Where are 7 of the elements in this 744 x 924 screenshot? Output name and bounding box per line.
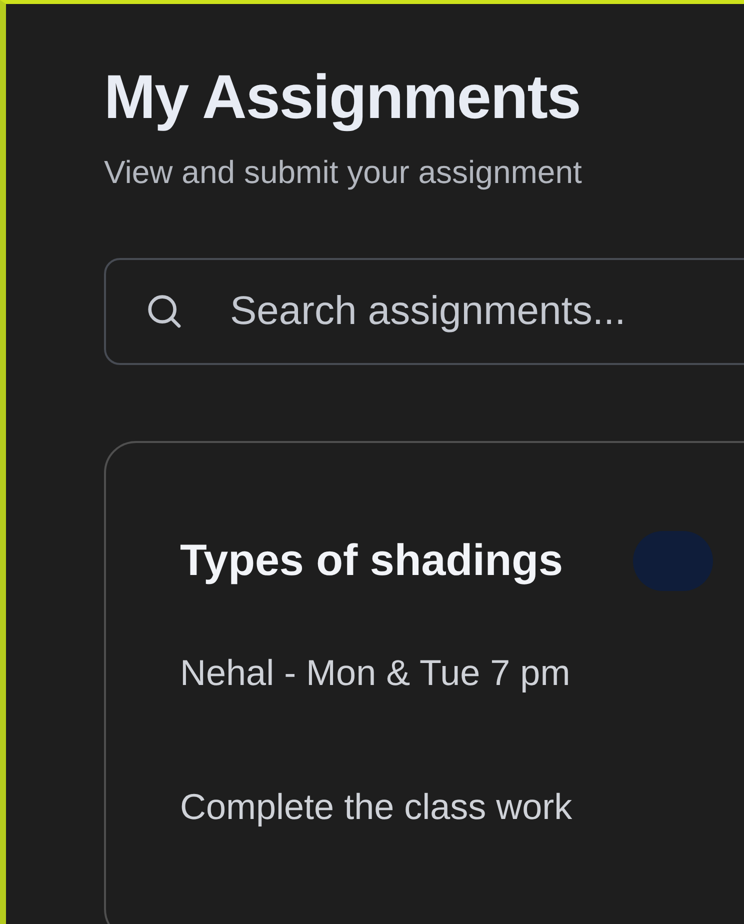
assignment-title: Types of shadings	[180, 535, 564, 587]
assignment-description: Complete the class work	[180, 785, 574, 829]
page-title: My Assignments	[104, 62, 582, 134]
assignment-card[interactable]: Types of shadings Nehal - Mon & Tue 7 pm Complete the class work	[104, 441, 744, 924]
search-field[interactable]: Search assignments...	[104, 258, 744, 365]
assignment-teacher: Nehal - Mon & Tue 7 pm	[180, 651, 572, 695]
page-subtitle: View and submit your assignment	[104, 153, 583, 192]
